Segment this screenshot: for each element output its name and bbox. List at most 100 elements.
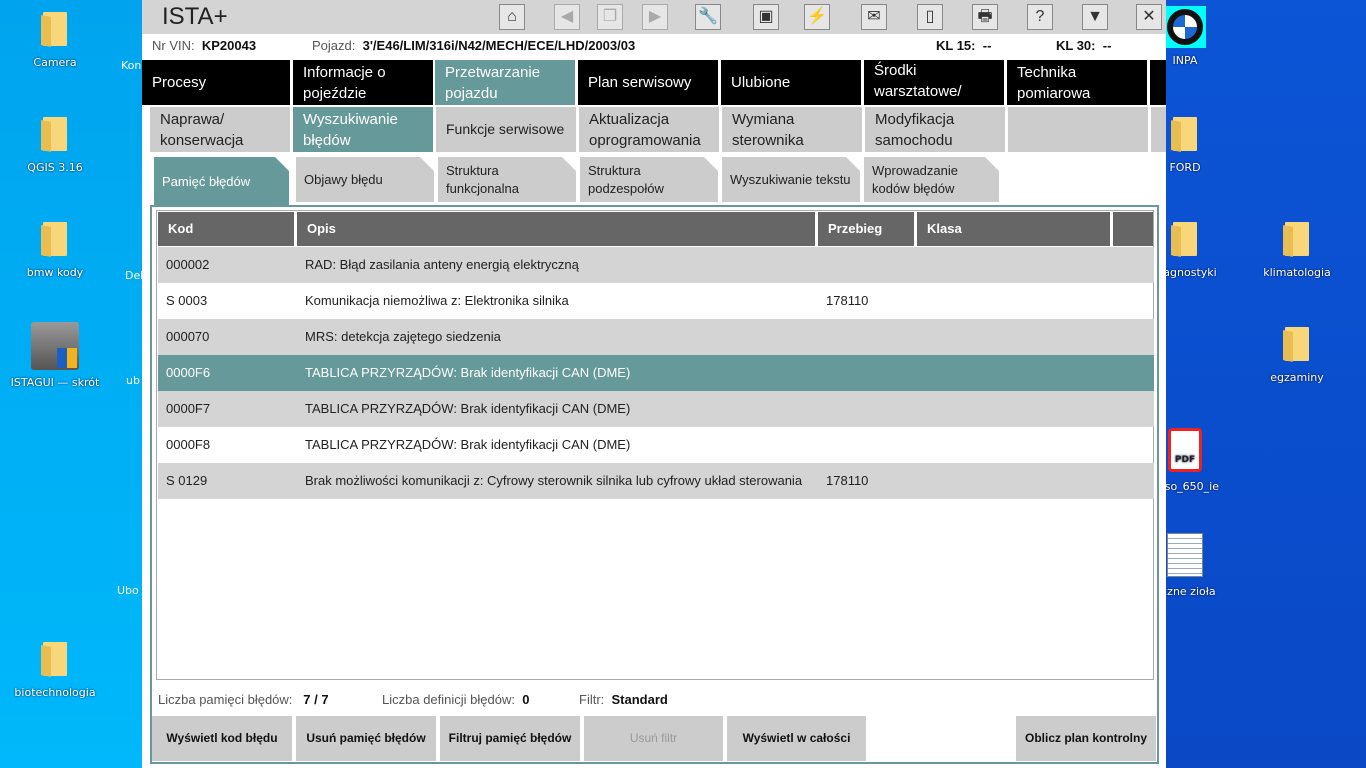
nav-extra — [1150, 60, 1166, 105]
app-title: ISTA+ — [162, 3, 228, 30]
show-all-button[interactable]: Wyświetl w całości — [727, 716, 866, 761]
desktop-icon-qgis[interactable]: QGIS 3.16 — [7, 117, 103, 174]
desktop-icon-egzaminy[interactable]: egzaminy — [1249, 327, 1345, 384]
tab-wyszukiwanie-tekstu[interactable]: Wyszukiwanie tekstu — [722, 157, 860, 202]
remove-filter-button[interactable]: Usuń filtr — [584, 716, 723, 761]
table-row[interactable]: 0000F7 TABLICA PRZYRZĄDÓW: Brak identyfik… — [158, 391, 1154, 427]
filter-fault-memory-button[interactable]: Filtruj pamięć błędów — [440, 716, 580, 761]
nav-plan-serwisowy[interactable]: Plan serwisowy — [578, 60, 718, 105]
col-extra — [1113, 212, 1153, 246]
pdf-icon: PDF — [1168, 428, 1202, 472]
desktop-icon-istagui[interactable]: ISTAGUI — skrót — [7, 322, 103, 389]
subnav-funkcje[interactable]: Funkcje serwisowe — [436, 107, 576, 152]
col-opis[interactable]: Opis — [297, 212, 815, 246]
cell-opis: TABLICA PRZYRZĄDÓW: Brak identyfikacji C… — [305, 365, 631, 380]
fault-table: Kod Opis Przebieg Klasa 000002 RAD: Błąd … — [156, 210, 1154, 680]
tab-objawy-bledu[interactable]: Objawy błędu — [296, 157, 434, 202]
desktop-icon-biotechnologia[interactable]: biotechnologia — [7, 642, 103, 699]
tab-struktura-podzespolow[interactable]: Struktura podzespołów — [580, 157, 718, 202]
definition-count-value: 0 — [522, 692, 530, 707]
kl30-value: -- — [1102, 38, 1112, 53]
tab-wprowadzanie-kodow[interactable]: Wprowadzanie kodów błędów — [864, 157, 999, 202]
icon-label: ISTAGUI — skrót — [10, 376, 100, 389]
title-bar: ISTA+ ⌂ ◀ ❐ ▶ 🔧 ▣ ⚡ ✉ ▯ 🖶 ? ▼ ✕ — [142, 0, 1166, 34]
folder-icon — [1171, 117, 1199, 151]
mail-icon[interactable]: ✉ — [861, 4, 887, 30]
nav-procesy[interactable]: Procesy — [142, 60, 290, 105]
fault-count-value: 7 / 7 — [303, 692, 329, 707]
kl15-label: KL 15: — [936, 38, 976, 53]
icon-label: klimatologia — [1263, 266, 1331, 279]
clipped-icon-label: Kon — [121, 59, 142, 72]
folder-icon — [1283, 222, 1311, 256]
vehicle-label: Pojazd: — [312, 38, 356, 53]
icon-label: bmw kody — [26, 266, 84, 279]
vin-info: Nr VIN: KP20043 — [152, 38, 256, 58]
ista-app-icon — [31, 322, 79, 370]
icon-label: FORD — [1169, 161, 1201, 174]
cell-kod: 0000F6 — [166, 365, 211, 380]
nav-srodki[interactable]: Środki warsztatowe/ eksploatacyjne — [864, 60, 1004, 105]
subnav-naprawa[interactable]: Naprawa/ konserwacja — [150, 107, 290, 152]
cell-opis: TABLICA PRZYRZĄDÓW: Brak identyfikacji C… — [305, 401, 631, 416]
table-row[interactable]: 0000F8 TABLICA PRZYRZĄDÓW: Brak identyfik… — [158, 427, 1154, 463]
table-row[interactable]: S 0129 Brak możliwości komunikacji z: Cyf… — [158, 463, 1154, 499]
desktop-icon-bmw-kody[interactable]: bmw kody — [7, 222, 103, 279]
table-row[interactable]: 000070 MRS: detekcja zajętego siedzenia — [158, 319, 1154, 355]
bmw-logo-icon — [1164, 6, 1206, 48]
show-fault-code-button[interactable]: Wyświetl kod błędu — [152, 716, 292, 761]
tab-pamiec-bledow[interactable]: Pamięć błędów — [154, 157, 289, 206]
cell-kod: 000070 — [166, 329, 210, 344]
help-icon[interactable]: ? — [1027, 4, 1053, 30]
cell-opis: TABLICA PRZYRZĄDÓW: Brak identyfikacji C… — [305, 437, 631, 452]
vin-label: Nr VIN: — [152, 38, 195, 53]
connection-icon[interactable]: ⚡ — [804, 4, 830, 30]
folder-icon — [41, 12, 69, 46]
col-przebieg[interactable]: Przebieg — [818, 212, 914, 246]
kl15-info: KL 15: -- — [936, 38, 991, 58]
vin-value: KP20043 — [201, 38, 257, 53]
desktop-icon-klimatologia[interactable]: klimatologia — [1249, 222, 1345, 279]
clipped-icon-label: Ubo — [117, 584, 139, 597]
col-klasa[interactable]: Klasa — [917, 212, 1110, 246]
back-icon[interactable]: ◀ — [554, 4, 580, 30]
home-icon[interactable]: ⌂ — [499, 4, 525, 30]
copy-icon[interactable]: ❐ — [597, 4, 623, 30]
subnav-modyfikacja[interactable]: Modyfikacja samochodu — [865, 107, 1005, 152]
folder-icon — [1283, 327, 1311, 361]
close-icon[interactable]: ✕ — [1136, 4, 1162, 30]
folder-icon — [41, 117, 69, 151]
table-row[interactable]: S 0003 Komunikacja niemożliwa z: Elektron… — [158, 283, 1154, 319]
battery-icon[interactable]: ▯ — [917, 4, 943, 30]
nav-informacje[interactable]: Informacje o pojeździe — [293, 60, 433, 105]
subnav-aktualizacja[interactable]: Aktualizacja oprogramowania — [579, 107, 719, 152]
nav-ulubione[interactable]: Ulubione — [721, 60, 861, 105]
calculate-test-plan-button[interactable]: Oblicz plan kontrolny — [1016, 716, 1156, 761]
print-icon[interactable]: 🖶 — [972, 4, 998, 30]
nav-technika[interactable]: Technika pomiarowa — [1007, 60, 1147, 105]
kl30-info: KL 30: -- — [1056, 38, 1111, 58]
desktop-icon-camera[interactable]: Camera — [7, 12, 103, 69]
cell-kod: 0000F8 — [166, 437, 211, 452]
ecu-icon[interactable]: ▣ — [753, 4, 779, 30]
wrench-icon[interactable]: 🔧 — [695, 4, 721, 30]
tab-struktura-funkcjonalna[interactable]: Struktura funkcjonalna — [438, 157, 576, 202]
vehicle-info: Pojazd: 3'/E46/LIM/316i/N42/MECH/ECE/LHD… — [312, 38, 635, 58]
cell-opis: RAD: Błąd zasilania anteny energią elekt… — [305, 257, 579, 272]
subnav-wymiana[interactable]: Wymiana sterownika — [722, 107, 862, 152]
subnav-wyszukiwanie[interactable]: Wyszukiwanie błędów — [293, 107, 433, 152]
cell-przebieg: 178110 — [826, 473, 869, 488]
filter-label: Filtr: — [579, 692, 605, 707]
delete-fault-memory-button[interactable]: Usuń pamięć błędów — [296, 716, 436, 761]
forward-icon[interactable]: ▶ — [642, 4, 668, 30]
clipped-icon-label: ub — [126, 374, 140, 387]
col-kod[interactable]: Kod — [158, 212, 294, 246]
subnav-extra — [1151, 107, 1166, 152]
cell-kod: 000002 — [166, 257, 210, 272]
table-row[interactable]: 0000F6 TABLICA PRZYRZĄDÓW: Brak identyfik… — [158, 355, 1154, 391]
minimize-icon[interactable]: ▼ — [1082, 4, 1108, 30]
icon-label: INPA — [1172, 54, 1198, 67]
definition-count-label: Liczba definicji błędów: — [382, 692, 515, 707]
table-row[interactable]: 000002 RAD: Błąd zasilania anteny energią… — [158, 247, 1154, 283]
nav-przetwarzanie[interactable]: Przetwarzanie pojazdu — [435, 60, 575, 105]
